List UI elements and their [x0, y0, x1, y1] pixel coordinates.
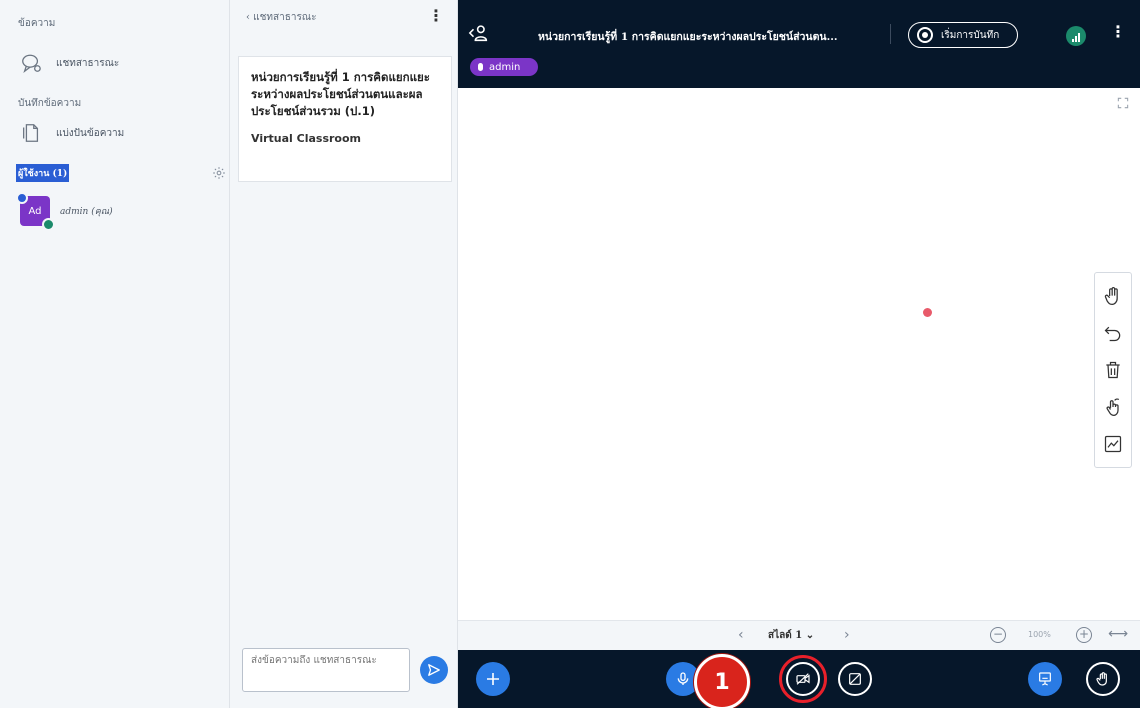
fullscreen-icon[interactable]: [1116, 96, 1130, 110]
raise-hand-button[interactable]: [1086, 662, 1120, 696]
whiteboard-toolbar: [1094, 272, 1132, 468]
connection-status-icon[interactable]: [1066, 26, 1086, 46]
notes-section-title: บันทึกข้อความ: [18, 98, 82, 109]
presentation-button[interactable]: [1028, 662, 1062, 696]
chat-bubble-icon: [22, 54, 41, 73]
record-icon: [917, 27, 933, 43]
share-screen-button[interactable]: [838, 662, 872, 696]
chat-options-button[interactable]: ⋮: [428, 6, 444, 25]
microphone-icon: [677, 672, 689, 685]
public-chat-label: แชทสาธารณะ: [56, 57, 120, 69]
zoom-out-button[interactable]: −: [990, 627, 1006, 643]
mic-status-icon: [16, 192, 28, 204]
multi-user-whiteboard-button[interactable]: [1100, 394, 1126, 420]
zoom-in-button[interactable]: +: [1076, 627, 1092, 643]
actions-button[interactable]: [476, 662, 510, 696]
notes-icon: [23, 124, 39, 142]
start-recording-button[interactable]: เริ่มการบันทึก: [908, 22, 1018, 48]
slide-navigation: ‹ สไลด์ 1 ⌄ › − 100% + ⟷: [458, 620, 1140, 650]
talking-indicator[interactable]: admin: [470, 58, 538, 76]
options-menu-button[interactable]: ⋮: [1110, 22, 1126, 41]
slide-selector[interactable]: สไลด์ 1 ⌄: [768, 628, 814, 643]
presenter-status-icon: [42, 218, 55, 231]
user-name: admin (คุณ): [60, 207, 113, 217]
next-slide-button[interactable]: ›: [844, 627, 850, 643]
avatar: Ad: [16, 192, 55, 231]
trash-icon: [1106, 361, 1120, 379]
chat-message-input[interactable]: [242, 648, 410, 692]
welcome-subtitle: Virtual Classroom: [251, 132, 361, 145]
previous-slide-button[interactable]: ‹: [738, 627, 744, 643]
welcome-title: หน่วยการเรียนรู้ที่ 1 การคิดแยกแยะระหว่า…: [251, 70, 430, 118]
gear-icon[interactable]: [212, 166, 226, 180]
user-list-panel: ข้อความ แชทสาธารณะ บันทึกข้อความ แบ่งปัน…: [0, 0, 230, 708]
raise-hand-icon: [1096, 672, 1107, 686]
highlight-ring: [779, 655, 827, 703]
plus-icon: [487, 673, 499, 685]
screenshare-off-icon: [849, 673, 861, 685]
users-section-title: ผู้ใช้งาน (1): [16, 164, 70, 182]
undo-button[interactable]: [1100, 320, 1126, 346]
action-bar: 1: [458, 650, 1140, 708]
hand-icon: [1104, 286, 1118, 305]
slide-label: สไลด์ 1: [768, 630, 803, 641]
step-number-badge: 1: [694, 654, 750, 708]
chat-back-button[interactable]: ‹ แชทสาธารณะ: [246, 10, 316, 25]
messages-section-title: ข้อความ: [18, 18, 56, 29]
top-bar: หน่วยการเรียนรู้ที่ 1 การคิดแยกแยะระหว่า…: [458, 0, 1140, 88]
hand-tool-button[interactable]: [1100, 283, 1126, 309]
chart-icon: [1104, 436, 1122, 453]
zoom-level: 100%: [1028, 630, 1051, 639]
user-list-item[interactable]: Ad admin (คุณ): [16, 192, 113, 231]
presentation-area[interactable]: [458, 88, 1140, 620]
fit-to-width-button[interactable]: ⟷: [1108, 626, 1128, 642]
record-label: เริ่มการบันทึก: [941, 29, 1000, 41]
shared-notes-label: แบ่งปันข้อความ: [56, 127, 125, 139]
polling-chart-button[interactable]: [1100, 431, 1126, 457]
users-header: ผู้ใช้งาน (1): [16, 164, 226, 182]
chat-header: ‹ แชทสาธารณะ ⋮: [230, 0, 458, 40]
presentation-icon: [1039, 672, 1051, 686]
public-chat-item[interactable]: แชทสาธารณะ: [20, 52, 119, 74]
clear-annotations-button[interactable]: [1100, 357, 1126, 383]
meeting-title: หน่วยการเรียนรู้ที่ 1 การคิดแยกแยะระหว่า…: [538, 31, 838, 43]
shared-notes-item[interactable]: แบ่งปันข้อความ: [20, 122, 124, 144]
presenter-cursor: [923, 308, 932, 317]
send-message-button[interactable]: [420, 656, 448, 684]
avatar-initials: Ad: [28, 205, 42, 217]
send-icon: [428, 664, 440, 676]
divider: [890, 24, 891, 44]
toggle-userlist-icon[interactable]: [468, 22, 490, 44]
multi-user-icon: [1106, 398, 1120, 417]
chevron-down-icon: ⌄: [805, 630, 815, 641]
talking-user-name: admin: [489, 61, 521, 73]
chat-panel: ‹ แชทสาธารณะ ⋮ หน่วยการเรียนรู้ที่ 1 การ…: [230, 0, 458, 708]
microphone-icon: [478, 63, 483, 71]
undo-icon: [1104, 326, 1121, 341]
welcome-message: หน่วยการเรียนรู้ที่ 1 การคิดแยกแยะระหว่า…: [238, 56, 452, 182]
